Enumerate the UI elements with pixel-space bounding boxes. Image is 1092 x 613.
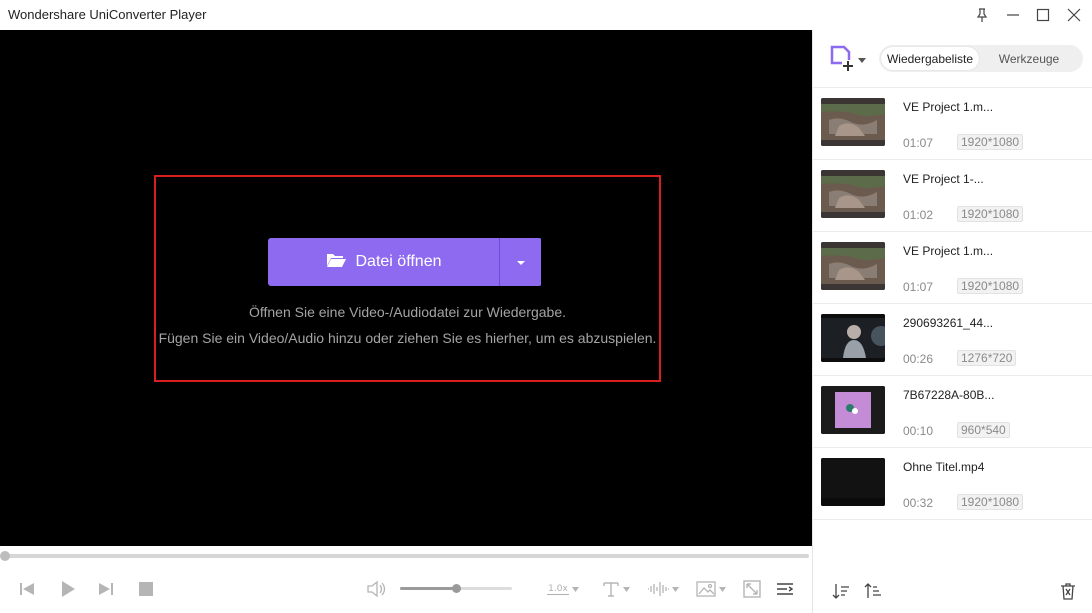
- playlist-item-name: 7B67228A-80B...: [903, 388, 995, 402]
- playlist-item-duration: 00:32: [903, 496, 934, 510]
- playlist-item-name: VE Project 1.m...: [903, 244, 994, 258]
- open-file-button-group: Datei öffnen: [268, 238, 542, 286]
- open-file-label: Datei öffnen: [355, 253, 442, 270]
- volume-fill: [400, 587, 456, 590]
- video-thumbnail: [821, 170, 885, 218]
- close-icon[interactable]: [1063, 4, 1085, 26]
- playlist-item[interactable]: VE Project 1-... 01:02 1920*1080: [813, 160, 1092, 232]
- volume-handle[interactable]: [452, 584, 461, 593]
- open-file-dropdown[interactable]: [500, 238, 541, 286]
- playlist-item-duration: 00:10: [903, 424, 934, 438]
- open-file-button[interactable]: Datei öffnen: [268, 238, 500, 286]
- audio-wave-icon: [648, 582, 669, 596]
- sort-ascending-icon[interactable]: [830, 580, 852, 602]
- chevron-down-icon: [719, 586, 726, 592]
- chevron-down-icon: [516, 253, 526, 271]
- playlist-item[interactable]: VE Project 1.m... 01:07 1920*1080: [813, 88, 1092, 160]
- tab-tools[interactable]: Werkzeuge: [979, 47, 1079, 70]
- playlist: VE Project 1.m... 01:07 1920*1080 VE Projec…: [813, 88, 1092, 520]
- playlist-item[interactable]: Ohne Titel.mp4 00:32 1920*1080: [813, 448, 1092, 520]
- playlist-item[interactable]: VE Project 1.m... 01:07 1920*1080: [813, 232, 1092, 304]
- playlist-item-resolution: 1920*1080: [957, 278, 1024, 294]
- playback-controls: 1.0x: [0, 562, 812, 613]
- playlist-item-name: VE Project 1.m...: [903, 100, 994, 114]
- text-icon: [603, 582, 619, 597]
- playlist-item[interactable]: 7B67228A-80B... 00:10 960*540: [813, 376, 1092, 448]
- playlist-item-resolution: 1920*1080: [957, 494, 1024, 510]
- maximize-icon[interactable]: [1032, 4, 1054, 26]
- title-bar: Wondershare UniConverter Player: [0, 0, 1092, 30]
- sidebar-footer: [813, 574, 1092, 613]
- progress-handle[interactable]: [0, 551, 10, 561]
- playlist-item-resolution: 1920*1080: [957, 134, 1024, 150]
- drag-hint: Fügen Sie ein Video/Audio hinzu oder zie…: [158, 330, 657, 346]
- sidebar-tabs: Wiedergabeliste Werkzeuge: [879, 45, 1083, 72]
- subtitle-control[interactable]: [598, 578, 634, 600]
- video-area[interactable]: Datei öffnen Öffnen Sie eine Video-/Audi…: [0, 30, 812, 546]
- playlist-item-duration: 00:26: [903, 352, 934, 366]
- playlist-item-duration: 01:02: [903, 208, 934, 222]
- minimize-icon[interactable]: [1002, 4, 1024, 26]
- playlist-item-duration: 01:07: [903, 280, 934, 294]
- drop-zone[interactable]: Datei öffnen Öffnen Sie eine Video-/Audi…: [154, 175, 661, 382]
- speed-control[interactable]: 1.0x: [544, 578, 582, 600]
- open-hint: Öffnen Sie eine Video-/Audiodatei zur Wi…: [248, 304, 567, 320]
- folder-open-icon: [326, 252, 346, 273]
- volume-icon[interactable]: [365, 578, 387, 600]
- chevron-down-icon: [858, 58, 866, 63]
- playlist-item-resolution: 960*540: [957, 422, 1010, 438]
- playlist-item-resolution: 1920*1080: [957, 206, 1024, 222]
- playlist-item-name: 290693261_44...: [903, 316, 994, 330]
- video-thumbnail: [821, 314, 885, 362]
- playlist-item-duration: 01:07: [903, 136, 934, 150]
- window-title: Wondershare UniConverter Player: [8, 7, 207, 22]
- playlist-toggle-icon[interactable]: [774, 578, 796, 600]
- progress-bar[interactable]: [4, 554, 809, 558]
- sidebar: Wiedergabeliste Werkzeuge VE Project 1.m…: [812, 30, 1092, 613]
- delete-icon[interactable]: [1057, 580, 1079, 602]
- video-thumbnail: [821, 458, 885, 506]
- playlist-item-resolution: 1276*720: [957, 350, 1017, 366]
- next-icon[interactable]: [95, 578, 117, 600]
- add-file-icon: [829, 45, 855, 76]
- pin-icon[interactable]: [971, 4, 993, 26]
- sort-descending-icon[interactable]: [862, 580, 884, 602]
- play-icon[interactable]: [57, 578, 79, 600]
- video-thumbnail: [821, 386, 885, 434]
- fullscreen-icon[interactable]: [741, 578, 763, 600]
- playlist-item-name: Ohne Titel.mp4: [903, 460, 985, 474]
- audio-track-control[interactable]: [645, 578, 681, 600]
- stop-icon[interactable]: [135, 578, 157, 600]
- screenshot-control[interactable]: [693, 578, 729, 600]
- image-icon: [696, 581, 716, 597]
- chevron-down-icon: [672, 586, 679, 592]
- previous-icon[interactable]: [16, 578, 38, 600]
- chevron-down-icon: [623, 586, 630, 592]
- video-thumbnail: [821, 242, 885, 290]
- video-thumbnail: [821, 98, 885, 146]
- chevron-down-icon: [571, 586, 579, 592]
- speed-label: 1.0x: [547, 583, 569, 595]
- playlist-item-name: VE Project 1-...: [903, 172, 984, 186]
- tab-playlist[interactable]: Wiedergabeliste: [881, 47, 979, 70]
- playlist-item[interactable]: 290693261_44... 00:26 1276*720: [813, 304, 1092, 376]
- add-file-button[interactable]: [829, 45, 866, 76]
- sidebar-header: Wiedergabeliste Werkzeuge: [813, 30, 1092, 88]
